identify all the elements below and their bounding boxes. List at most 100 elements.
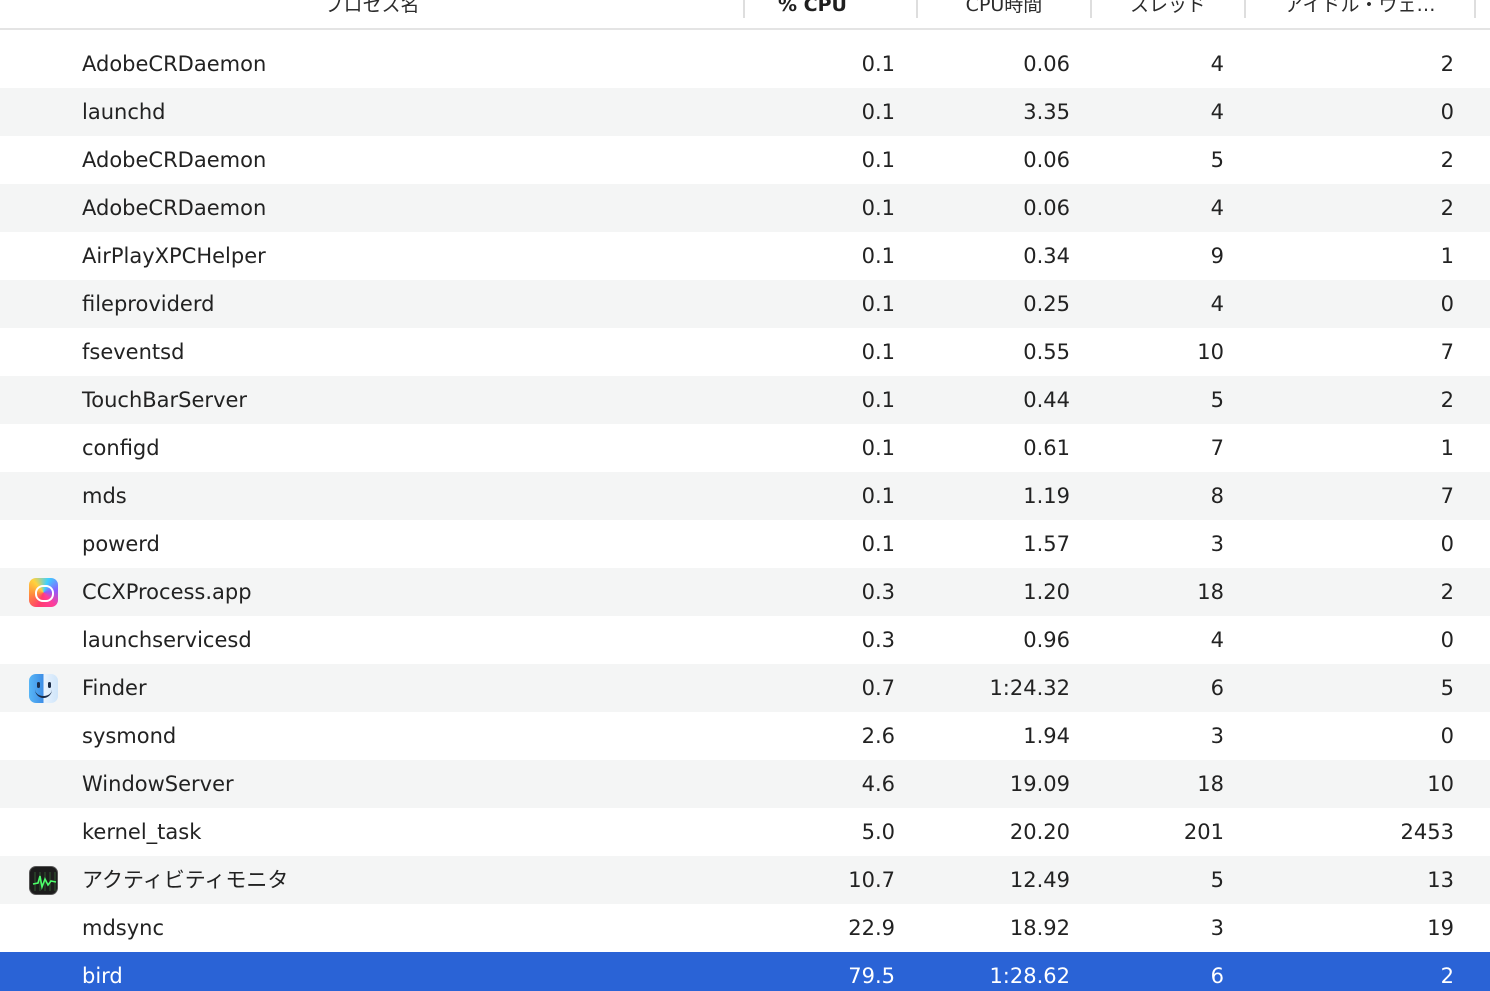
cpu-percent: 0.1 <box>861 52 895 76</box>
thread-count: 5 <box>1210 148 1224 172</box>
table-row-selected[interactable]: bird 79.5 1:28.62 6 2 <box>0 952 1490 991</box>
process-name: powerd <box>82 532 160 556</box>
cpu-time: 0.06 <box>1023 196 1070 220</box>
idle-wakeups: 0 <box>1440 292 1454 316</box>
column-header-cpu-time[interactable]: CPU時間 <box>918 0 1090 28</box>
cpu-percent: 0.1 <box>861 436 895 460</box>
process-name: configd <box>82 436 160 460</box>
thread-count: 9 <box>1210 244 1224 268</box>
idle-wakeups: 2453 <box>1400 820 1454 844</box>
process-name: AirPlayXPCHelper <box>82 244 266 268</box>
table-row[interactable]: fseventsd 0.1 0.55 10 7 <box>0 328 1490 376</box>
table-row[interactable]: sysmond 2.6 1.94 3 0 <box>0 712 1490 760</box>
cpu-percent: 0.1 <box>861 148 895 172</box>
thread-count: 10 <box>1197 340 1224 364</box>
process-name: AdobeCRDaemon <box>82 148 267 172</box>
cpu-percent: 0.7 <box>861 676 895 700</box>
table-row[interactable]: mds 0.1 1.19 8 7 <box>0 472 1490 520</box>
column-header-cpu[interactable]: % CPU <box>760 0 890 28</box>
process-name: sysmond <box>82 724 177 748</box>
column-divider[interactable] <box>743 0 745 18</box>
thread-count: 4 <box>1210 100 1224 124</box>
process-table: プロセス名 % CPU ^ CPU時間 スレッド アイドル・ウェ… AdobeC… <box>0 0 1490 991</box>
thread-count: 3 <box>1210 532 1224 556</box>
process-name: mdsync <box>82 916 165 940</box>
table-row[interactable]: WindowServer 4.6 19.09 18 10 <box>0 760 1490 808</box>
thread-count: 8 <box>1210 484 1224 508</box>
table-row[interactable]: configd 0.1 0.61 7 1 <box>0 424 1490 472</box>
idle-wakeups: 7 <box>1440 484 1454 508</box>
idle-wakeups: 19 <box>1427 916 1454 940</box>
thread-count: 18 <box>1197 772 1224 796</box>
process-name: launchd <box>82 100 166 124</box>
table-row[interactable]: AdobeCRDaemon 0.1 0.06 4 2 <box>0 184 1490 232</box>
table-row[interactable]: AdobeCRDaemon 0.1 0.06 5 2 <box>0 136 1490 184</box>
thread-count: 4 <box>1210 196 1224 220</box>
table-body: AdobeCRDaemon 0.1 0.06 4 2 launchd 0.1 3.35 4 0 Ad… <box>0 40 1490 991</box>
process-name: アクティビティモニタ <box>82 868 289 892</box>
creative-cloud-icon <box>29 578 58 607</box>
cpu-percent: 0.1 <box>861 244 895 268</box>
thread-count: 6 <box>1210 676 1224 700</box>
idle-wakeups: 1 <box>1440 244 1454 268</box>
thread-count: 7 <box>1210 436 1224 460</box>
thread-count: 5 <box>1210 868 1224 892</box>
table-row[interactable]: kernel_task 5.0 20.20 201 2453 <box>0 808 1490 856</box>
process-name: AdobeCRDaemon <box>82 196 267 220</box>
idle-wakeups: 2 <box>1440 148 1454 172</box>
cpu-percent: 0.3 <box>861 628 895 652</box>
cpu-percent: 0.1 <box>861 196 895 220</box>
cpu-time: 0.55 <box>1023 340 1070 364</box>
table-row[interactable]: launchd 0.1 3.35 4 0 <box>0 88 1490 136</box>
table-row[interactable]: fileproviderd 0.1 0.25 4 0 <box>0 280 1490 328</box>
table-row[interactable]: TouchBarServer 0.1 0.44 5 2 <box>0 376 1490 424</box>
cpu-percent: 0.1 <box>861 292 895 316</box>
cpu-time: 1:24.32 <box>989 676 1070 700</box>
process-name: CCXProcess.app <box>82 580 252 604</box>
cpu-percent: 0.1 <box>861 532 895 556</box>
process-name: fileproviderd <box>82 292 215 316</box>
cpu-time: 1.57 <box>1023 532 1070 556</box>
idle-wakeups: 2 <box>1440 196 1454 220</box>
column-header-idle-wakeups[interactable]: アイドル・ウェ… <box>1246 0 1474 28</box>
activity-monitor-icon <box>29 866 58 895</box>
cpu-time: 1.20 <box>1023 580 1070 604</box>
idle-wakeups: 2 <box>1440 964 1454 988</box>
column-header-threads[interactable]: スレッド <box>1092 0 1244 28</box>
column-header-process-name[interactable]: プロセス名 <box>0 0 744 28</box>
thread-count: 4 <box>1210 628 1224 652</box>
cpu-time: 12.49 <box>1009 868 1070 892</box>
cpu-time: 3.35 <box>1023 100 1070 124</box>
cpu-percent: 5.0 <box>861 820 895 844</box>
thread-count: 18 <box>1197 580 1224 604</box>
table-row[interactable]: CCXProcess.app 0.3 1.20 18 2 <box>0 568 1490 616</box>
table-row[interactable]: launchservicesd 0.3 0.96 4 0 <box>0 616 1490 664</box>
finder-icon <box>29 674 58 703</box>
idle-wakeups: 7 <box>1440 340 1454 364</box>
idle-wakeups: 0 <box>1440 532 1454 556</box>
table-row[interactable]: AdobeCRDaemon 0.1 0.06 4 2 <box>0 40 1490 88</box>
table-row[interactable]: powerd 0.1 1.57 3 0 <box>0 520 1490 568</box>
process-name: AdobeCRDaemon <box>82 52 267 76</box>
cpu-time: 0.06 <box>1023 52 1070 76</box>
cpu-percent: 2.6 <box>861 724 895 748</box>
idle-wakeups: 13 <box>1427 868 1454 892</box>
sort-ascending-icon: ^ <box>884 0 899 8</box>
table-row[interactable]: Finder 0.7 1:24.32 6 5 <box>0 664 1490 712</box>
idle-wakeups: 2 <box>1440 388 1454 412</box>
table-row[interactable]: mdsync 22.9 18.92 3 19 <box>0 904 1490 952</box>
cpu-percent: 79.5 <box>848 964 895 988</box>
thread-count: 3 <box>1210 916 1224 940</box>
table-header: プロセス名 % CPU ^ CPU時間 スレッド アイドル・ウェ… <box>0 0 1490 30</box>
process-name: WindowServer <box>82 772 234 796</box>
table-row[interactable]: AirPlayXPCHelper 0.1 0.34 9 1 <box>0 232 1490 280</box>
thread-count: 5 <box>1210 388 1224 412</box>
cpu-time: 1.19 <box>1023 484 1070 508</box>
idle-wakeups: 5 <box>1440 676 1454 700</box>
column-divider[interactable] <box>1474 0 1476 18</box>
table-row[interactable]: アクティビティモニタ 10.7 12.49 5 13 <box>0 856 1490 904</box>
cpu-time: 0.34 <box>1023 244 1070 268</box>
idle-wakeups: 2 <box>1440 580 1454 604</box>
thread-count: 6 <box>1210 964 1224 988</box>
cpu-time: 19.09 <box>1009 772 1070 796</box>
